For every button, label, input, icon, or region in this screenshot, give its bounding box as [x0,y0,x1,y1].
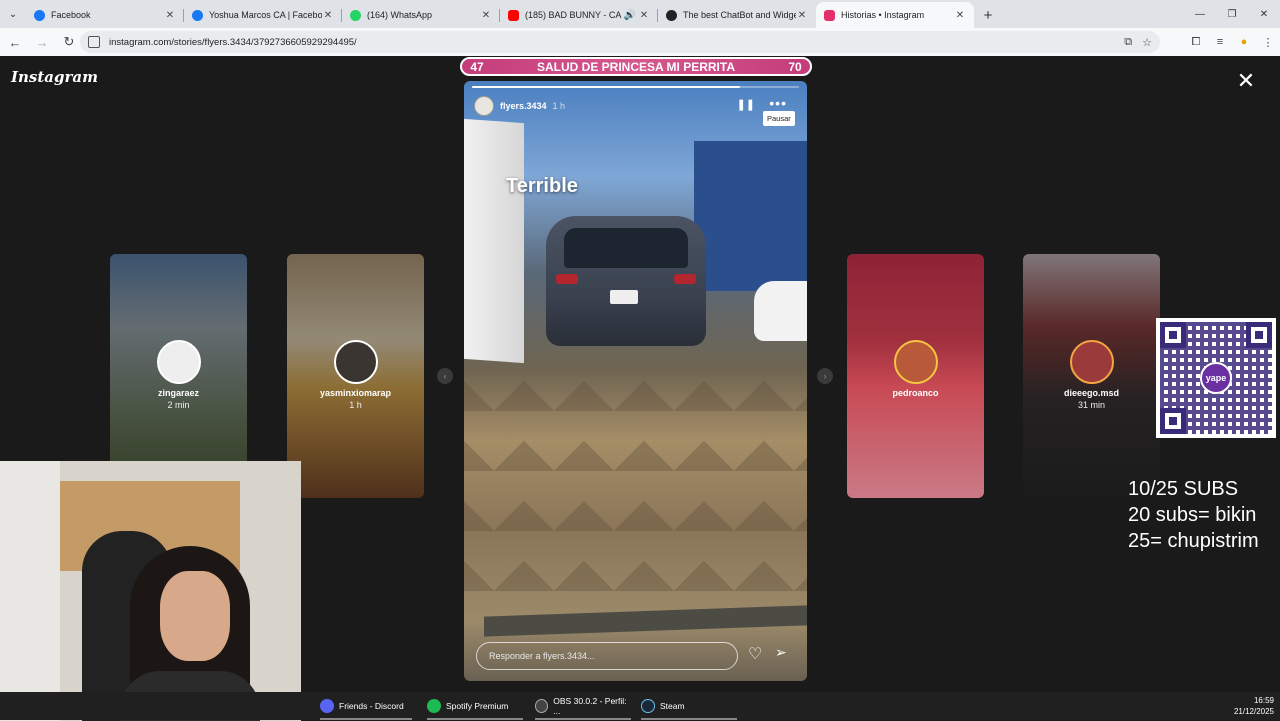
facebook-icon [34,9,45,21]
discord-icon [320,699,334,713]
profile-icon[interactable]: ● [1232,36,1256,48]
donation-goal-banner: 47 SALUD DE PRINCESA MI PERRITA 70 [460,57,812,76]
previous-story-button[interactable]: ‹ [437,368,453,384]
avatar [893,340,938,384]
story-card-pedroanco[interactable]: pedroanco [847,254,984,498]
yape-qr-code: yape [1156,318,1276,438]
tab-facebook[interactable]: Facebook ✕ [26,2,184,28]
obs-icon [535,699,549,713]
window-controls: — ❐ ✕ [1184,0,1280,28]
taskbar-discord[interactable]: Friends - Discord [320,696,412,720]
reply-input[interactable]: Responder a flyers.3434... [476,642,738,670]
send-icon[interactable]: ➢ [775,644,787,661]
speaker-icon[interactable]: 🔊 [622,10,638,21]
story-caption: Terrible [506,175,578,197]
youtube-icon [508,9,519,21]
close-stories-icon[interactable]: ✕ [1234,70,1258,94]
tab-whatsapp[interactable]: (164) WhatsApp ✕ [342,2,500,28]
avatar [1069,340,1114,384]
story-photo-car [546,216,706,346]
heart-icon[interactable]: ♡ [748,644,762,664]
taskbar-steam[interactable]: Steam [641,696,737,720]
story-time: 1 h [552,101,566,111]
system-clock[interactable]: 16:59 21/12/2025 [1234,695,1274,717]
extensions-icon[interactable]: ⧠ [1184,36,1208,49]
avatar [156,340,201,384]
new-tab-button[interactable]: + [974,2,1002,28]
close-tab-icon[interactable]: ✕ [480,10,492,21]
story-card-yasminxiomarap[interactable]: yasminxiomarap 1 h [287,254,424,498]
site-info-icon[interactable] [88,36,100,48]
tab-search-button[interactable]: ⌄ [0,0,26,28]
toolbar: ← → ↻ instagram.com/stories/flyers.3434/… [0,28,1280,56]
instagram-logo[interactable]: Instagram [11,68,98,86]
story-card-dieeego[interactable]: dieeego.msd 31 min [1023,254,1160,498]
more-options-icon[interactable]: ••• [769,95,787,111]
avatar[interactable] [474,96,494,116]
story-viewer[interactable]: flyers.3434 1 h ❚❚ ••• Pausar Terrible R… [464,81,807,681]
spotify-icon [427,699,441,713]
instagram-stories-page: Instagram ✕ zingaraez 2 min yasminxiomar… [0,56,1280,721]
close-tab-icon[interactable]: ✕ [796,10,808,21]
steam-icon [641,699,655,713]
close-tab-icon[interactable]: ✕ [322,10,334,21]
facebook-icon [192,9,203,21]
tab-youtube[interactable]: (185) BAD BUNNY - CALLA 🔊 ✕ [500,2,658,28]
reload-icon[interactable]: ↻ [57,30,81,54]
webcam-feed [0,461,301,721]
extensions-area: ⧠ ≡ ● ⋮ [1184,28,1280,56]
back-icon[interactable]: ← [3,30,27,54]
tab-instagram[interactable]: Historias • Instagram ✕ [816,2,974,28]
taskbar-spotify[interactable]: Spotify Premium [427,696,523,720]
bookmark-star-icon[interactable]: ☆ [1142,36,1152,49]
taskbar: Friends - Discord Spotify Premium OBS 30… [0,692,1280,720]
pause-tooltip: Pausar [763,111,795,126]
next-story-button[interactable]: › [817,368,833,384]
tab-yoshua-facebook[interactable]: Yoshua Marcos CA | Facebook ✕ [184,2,342,28]
taskbar-obs[interactable]: OBS 30.0.2 - Perfil: ... [535,696,631,720]
close-window-icon[interactable]: ✕ [1248,0,1280,28]
tab-chatbot[interactable]: The best ChatBot and Widgets ✕ [658,2,816,28]
close-tab-icon[interactable]: ✕ [638,10,650,21]
media-icon[interactable]: ≡ [1208,36,1232,48]
menu-icon[interactable]: ⋮ [1256,36,1280,49]
instagram-icon [824,9,835,21]
close-tab-icon[interactable]: ✕ [164,10,176,21]
forward-icon[interactable]: → [30,30,54,54]
url-text: instagram.com/stories/flyers.3434/379273… [109,36,357,48]
restore-icon[interactable]: ❐ [1216,0,1248,28]
story-header: flyers.3434 1 h ❚❚ ••• [474,95,797,117]
chatbot-icon [666,9,677,21]
tab-bar: ⌄ Facebook ✕ Yoshua Marcos CA | Facebook… [0,0,1280,28]
avatar [333,340,378,384]
pause-icon[interactable]: ❚❚ [737,98,755,111]
address-bar[interactable]: instagram.com/stories/flyers.3434/379273… [80,31,1160,53]
close-tab-icon[interactable]: ✕ [954,10,966,21]
whatsapp-icon [350,9,361,21]
yape-logo: yape [1200,362,1232,394]
minimize-icon[interactable]: — [1184,0,1216,28]
install-app-icon[interactable]: ⧉ [1124,36,1132,49]
story-progress-bar [472,86,799,88]
story-username[interactable]: flyers.3434 [500,101,547,111]
subs-goal-text: 10/25 SUBS 20 subs= bikin 25= chupistrim [1128,478,1259,552]
